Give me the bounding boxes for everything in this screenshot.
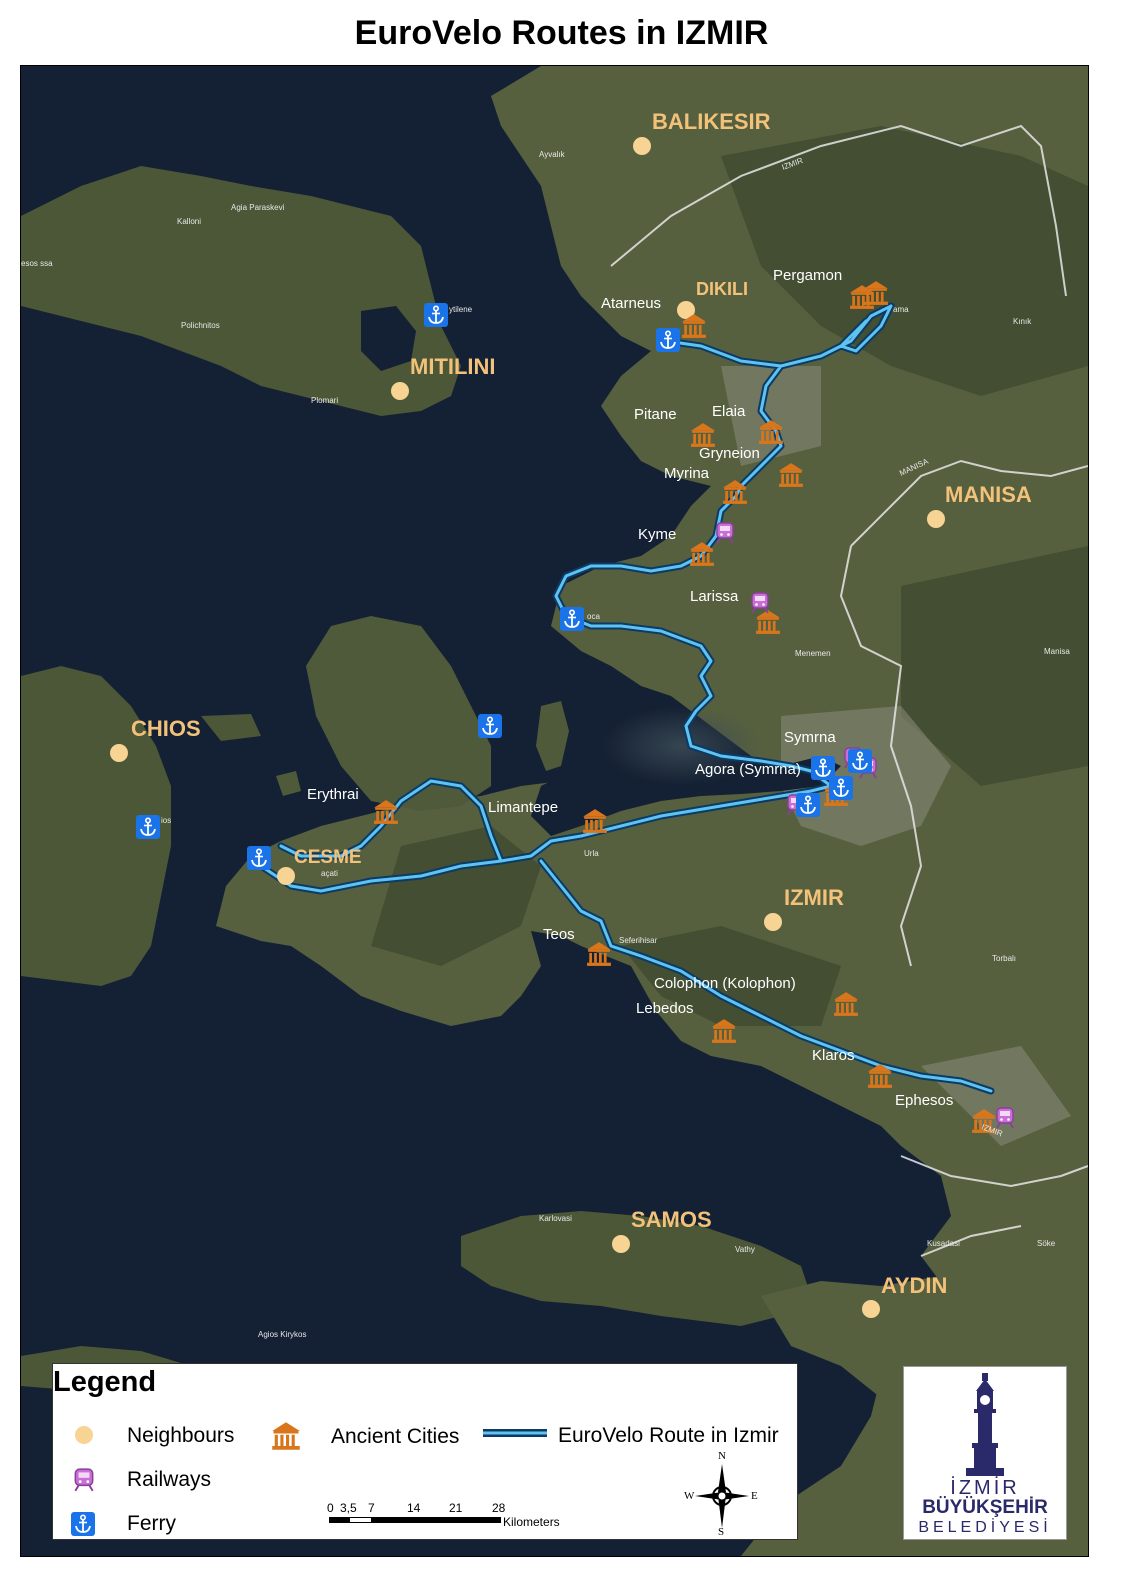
neighbour-dot-izmir[interactable] <box>764 913 782 931</box>
legend-ancient-label: Ancient Cities <box>331 1425 460 1448</box>
legend-route-label: EuroVelo Route in Izmir <box>558 1424 779 1447</box>
label-foca: oca <box>587 612 600 621</box>
label-torbali: Torbalı <box>992 954 1016 963</box>
label-ephesos: Ephesos <box>895 1092 953 1109</box>
ferry-dikili-icon[interactable] <box>656 328 680 352</box>
label-pitane: Pitane <box>634 406 677 423</box>
label-teos: Teos <box>543 926 575 943</box>
train-legend-icon <box>74 1468 94 1492</box>
label-mitilini: MITILINI <box>410 354 496 379</box>
neighbour-dot-mitilini[interactable] <box>391 382 409 400</box>
label-larissa: Larissa <box>690 588 739 605</box>
label-manisa-east: Manisa <box>1044 647 1070 656</box>
logo-line-2: BÜYÜKŞEHİR <box>922 1497 1048 1518</box>
compass-rose: N S W E <box>683 1450 761 1538</box>
label-elaia: Elaia <box>712 403 746 420</box>
legend-railways-label: Railways <box>127 1468 212 1491</box>
label-chios: CHIOS <box>131 716 201 741</box>
compass-icon <box>695 1464 749 1528</box>
ferry-izmir-2-icon[interactable] <box>848 749 872 773</box>
map-title: EuroVelo Routes in IZMIR <box>354 14 769 52</box>
map-frame[interactable]: BALIKESIR DIKILI MITILINI MANISA CHIOS C… <box>20 65 1089 1557</box>
scale-tick-2: 7 <box>368 1501 375 1515</box>
scale-tick-4: 21 <box>449 1501 463 1515</box>
logo-line-3: BELEDİYESİ <box>918 1519 1052 1536</box>
label-kusadasi: Kusadasi <box>927 1239 960 1248</box>
scale-bar: 0 3,5 7 14 21 28 Kilometers <box>327 1501 560 1529</box>
label-ayvalik: Ayvalık <box>539 150 566 159</box>
label-colophon: Colophon (Kolophon) <box>654 975 796 992</box>
scale-tick-0: 0 <box>327 1501 334 1515</box>
label-limantepe: Limantepe <box>488 799 558 816</box>
label-dikili: DIKILI <box>696 279 748 299</box>
label-cesme: CESME <box>294 847 362 868</box>
neighbour-dot-balikesir[interactable] <box>633 137 651 155</box>
neighbour-legend-icon <box>75 1426 93 1444</box>
neighbour-dot-chios[interactable] <box>110 744 128 762</box>
label-menemen: Menemen <box>795 649 831 658</box>
ferry-mytilene-icon[interactable] <box>424 303 448 327</box>
compass-n: N <box>718 1450 726 1462</box>
label-urla: Urla <box>584 849 599 858</box>
label-soke: Söke <box>1037 1239 1056 1248</box>
legend-neighbours-label: Neighbours <box>127 1424 235 1447</box>
label-karlovasi: Karlovasi <box>539 1214 572 1223</box>
label-polichnitos: Polichnitos <box>181 321 220 330</box>
label-seferihisar: Seferihisar <box>619 936 658 945</box>
label-plomari: Plomari <box>311 396 338 405</box>
scale-unit: Kilometers <box>503 1515 560 1529</box>
label-samos: SAMOS <box>631 1207 712 1232</box>
label-lesvos-west: esos ssa <box>21 259 53 268</box>
neighbour-dot-cesme[interactable] <box>277 867 295 885</box>
ferry-izmir-4-icon[interactable] <box>796 793 820 817</box>
label-aydin: AYDIN <box>881 1273 947 1298</box>
neighbour-dot-aydin[interactable] <box>862 1300 880 1318</box>
ferry-izmir-3-icon[interactable] <box>829 776 853 800</box>
ferry-foca-icon[interactable] <box>560 607 584 631</box>
label-agora: Agora (Symrna) <box>695 761 801 778</box>
label-manisa: MANISA <box>945 482 1032 507</box>
compass-e: E <box>751 1490 758 1502</box>
label-agios-kirykos: Agios Kirykos <box>258 1330 306 1339</box>
legend-ferry-label: Ferry <box>127 1512 176 1535</box>
label-atarneus: Atarneus <box>601 295 661 312</box>
label-chios-port: ios <box>161 816 171 825</box>
label-gryneion: Gryneion <box>699 445 760 462</box>
label-agia-paraskevi: Agia Paraskevi <box>231 203 285 212</box>
scale-bar-segments <box>329 1517 501 1523</box>
label-kalloni: Kalloni <box>177 217 201 226</box>
label-vathy: Vathy <box>735 1245 755 1254</box>
label-symrna: Symrna <box>784 729 836 746</box>
scale-tick-3: 14 <box>407 1501 421 1515</box>
ferry-cesme-icon[interactable] <box>247 846 271 870</box>
ferry-karaburun-icon[interactable] <box>478 714 502 738</box>
clock-tower-icon <box>966 1373 1004 1476</box>
label-lebedos: Lebedos <box>636 1000 694 1017</box>
label-mytilene: ytilene <box>449 305 473 314</box>
compass-s: S <box>718 1526 725 1538</box>
route-legend-icon <box>483 1429 547 1437</box>
label-klaros: Klaros <box>812 1047 855 1064</box>
scale-tick-1: 3,5 <box>340 1501 357 1515</box>
anchor-legend-icon <box>71 1512 95 1536</box>
scale-tick-5: 28 <box>492 1501 506 1515</box>
neighbour-dot-samos[interactable] <box>612 1235 630 1253</box>
neighbour-dot-manisa[interactable] <box>927 510 945 528</box>
label-myrina: Myrina <box>664 465 710 482</box>
label-alacati: açati <box>321 869 338 878</box>
ferry-chios-icon[interactable] <box>136 815 160 839</box>
label-kyme: Kyme <box>638 526 676 543</box>
izmir-municipality-logo: İZMİR BÜYÜKŞEHİR BELEDİYESİ <box>903 1366 1067 1540</box>
temple-legend-icon <box>272 1422 300 1450</box>
label-izmir: IZMIR <box>784 885 844 910</box>
map-canvas[interactable]: BALIKESIR DIKILI MITILINI MANISA CHIOS C… <box>21 66 1088 1556</box>
legend-box: Legend Neighbours Railways Ferry Ancient… <box>52 1363 798 1540</box>
compass-w: W <box>684 1490 695 1502</box>
legend-title: Legend <box>53 1366 157 1398</box>
label-pergamon: Pergamon <box>773 267 842 284</box>
label-erythrai: Erythrai <box>307 786 359 803</box>
label-bergama: ama <box>893 305 909 314</box>
label-balikesir: BALIKESIR <box>652 109 771 134</box>
label-kinik: Kınık <box>1013 317 1032 326</box>
